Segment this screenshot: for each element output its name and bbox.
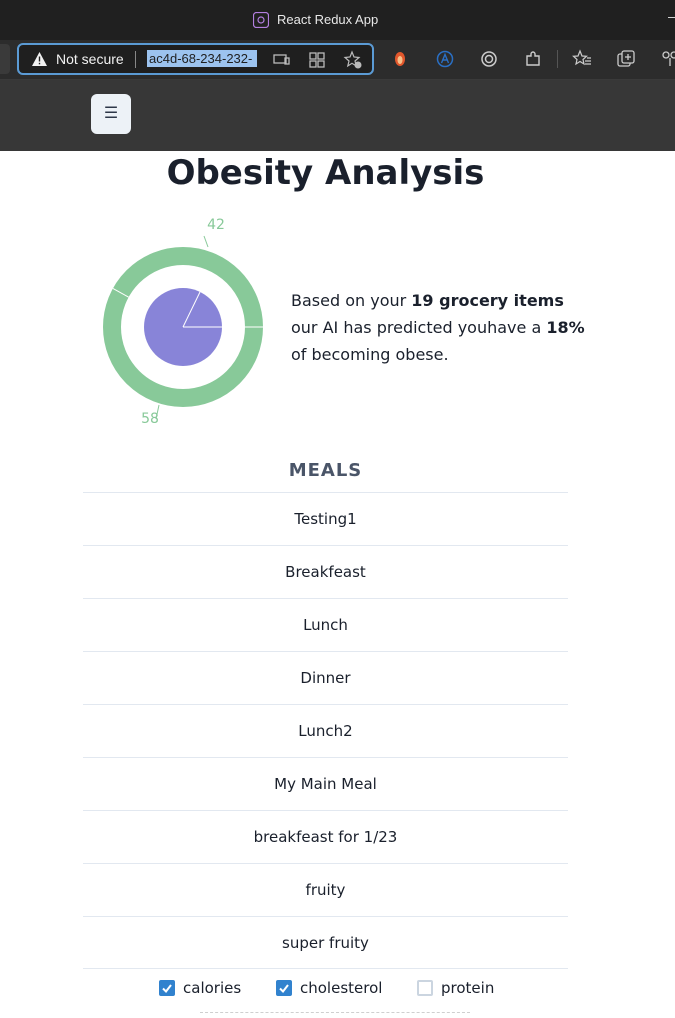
meal-list: Testing1 Breakfeast Lunch Dinner Lunch2 My Ma… — [83, 492, 568, 969]
outer-label-42: 42 — [207, 217, 225, 233]
device-icon[interactable] — [271, 50, 291, 70]
extension-red-icon[interactable] — [390, 49, 410, 69]
checkbox-cholesterol[interactable]: cholesterol — [276, 979, 382, 997]
checkbox-label: protein — [441, 979, 495, 997]
outer-label-58: 58 — [141, 411, 159, 427]
extension-a-icon[interactable] — [435, 49, 455, 69]
browser-title-bar: React Redux App – — [0, 0, 675, 40]
address-bar[interactable]: Not secure ac4d-68-234-232- — [17, 43, 374, 75]
label-leader-42 — [203, 235, 209, 248]
add-favorite-icon[interactable] — [343, 50, 363, 70]
checkbox-checked-icon[interactable] — [159, 980, 175, 996]
address-divider — [135, 51, 136, 68]
obesity-donut-chart: 42 58 — [103, 217, 263, 427]
summary-middle: our AI has predicted youhave a — [291, 318, 547, 337]
meal-item[interactable]: fruity — [83, 863, 568, 916]
checkbox-unchecked-icon[interactable] — [417, 980, 433, 996]
browser-toolbar: Not secure ac4d-68-234-232- — [0, 40, 675, 80]
page-title: Obesity Analysis — [166, 153, 485, 193]
meal-item[interactable]: My Main Meal — [83, 757, 568, 810]
summary-prefix: Based on your — [291, 291, 412, 310]
meal-item[interactable]: super fruity — [83, 916, 568, 969]
checkbox-label: cholesterol — [300, 979, 383, 997]
react-redux-favicon-icon — [253, 12, 269, 28]
warning-icon — [32, 52, 47, 66]
target-icon[interactable] — [479, 49, 499, 69]
obesity-percent: 18% — [546, 318, 585, 337]
app-header: ☰ — [0, 80, 675, 151]
meal-item[interactable]: Testing1 — [83, 492, 568, 545]
security-status[interactable]: Not secure — [56, 51, 124, 67]
nutrient-filters: calories cholesterol protein — [0, 979, 675, 1003]
toolbar-divider — [557, 50, 558, 68]
copilot-icon[interactable] — [660, 49, 675, 69]
hamburger-icon: ☰ — [103, 105, 119, 122]
checkbox-label: calories — [183, 979, 242, 997]
minimize-icon[interactable]: – — [668, 8, 675, 24]
nutrition-chart-top — [200, 1012, 470, 1018]
summary-suffix: of becoming obese. — [291, 345, 449, 364]
checkbox-checked-icon[interactable] — [276, 980, 292, 996]
meal-item[interactable]: Dinner — [83, 651, 568, 704]
hamburger-menu-button[interactable]: ☰ — [91, 94, 131, 134]
prediction-summary: Based on your 19 grocery items our AI ha… — [291, 287, 591, 368]
apps-grid-icon[interactable] — [307, 50, 327, 70]
checkbox-protein[interactable]: protein — [417, 979, 494, 997]
extensions-puzzle-icon[interactable] — [523, 49, 543, 69]
grocery-item-count: 19 grocery items — [411, 291, 564, 310]
meals-heading: MEALS — [288, 460, 363, 481]
back-button[interactable] — [0, 44, 10, 74]
collections-icon[interactable] — [616, 49, 636, 69]
meal-item[interactable]: breakfeast for 1/23 — [83, 810, 568, 863]
meal-item[interactable]: Lunch — [83, 598, 568, 651]
url-text[interactable]: ac4d-68-234-232- — [147, 50, 257, 67]
favorites-icon[interactable] — [572, 49, 592, 69]
meal-item[interactable]: Lunch2 — [83, 704, 568, 757]
window-title: React Redux App — [277, 12, 379, 27]
checkbox-calories[interactable]: calories — [159, 979, 241, 997]
meal-item[interactable]: Breakfeast — [83, 545, 568, 598]
